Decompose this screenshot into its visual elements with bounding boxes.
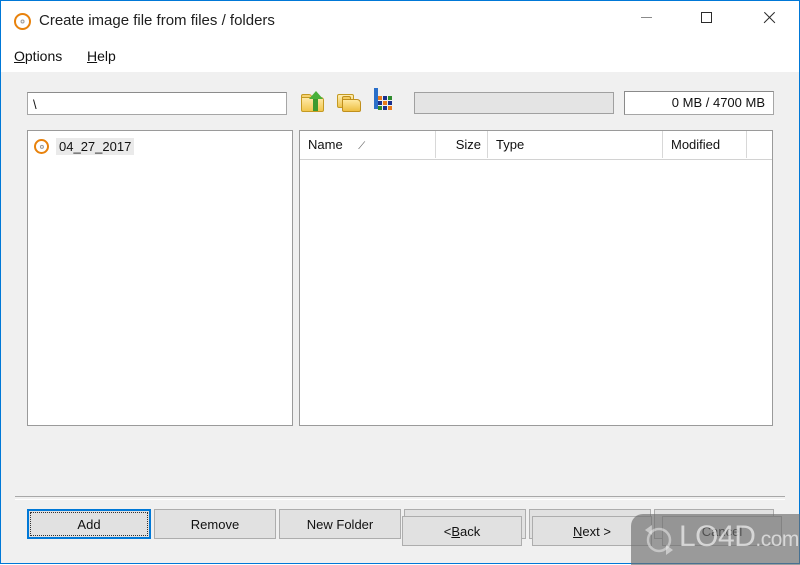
next-button-label: ext > [582,523,611,539]
column-header-modified[interactable]: Modified [663,131,747,158]
focus-ring [30,512,148,536]
tree-item-label: 04_27_2017 [56,138,135,155]
view-details-glyph [374,88,392,110]
next-button-accel: N [573,523,583,539]
back-button[interactable]: < Back [402,516,522,546]
minimize-button[interactable] [623,1,669,33]
column-header-modified-label: Modified [671,137,721,152]
menu-item-help[interactable]: Help [83,46,120,66]
window-title: Create image file from files / folders [39,12,275,29]
menu-options-accel: O [14,48,25,64]
maximize-icon [700,11,712,23]
client-area: \ 0 MB / 4700 MB 04_27_2017 Name ⁄ Size … [2,72,798,563]
folder-tree-panel[interactable]: 04_27_2017 [27,130,293,426]
size-display: 0 MB / 4700 MB [624,91,774,115]
column-header-spacer [747,131,772,158]
column-header-name[interactable]: Name ⁄ [300,131,436,158]
back-button-prefix: < [443,523,452,539]
menu-help-accel: H [87,48,98,64]
dialog-window: Create image file from files / folders O… [0,0,800,565]
new-folder-button[interactable]: New Folder [279,509,401,539]
view-details-icon[interactable] [372,88,400,117]
menu-help-label: elp [97,48,116,64]
column-header-size-label: Size [455,137,481,152]
title-bar: Create image file from files / folders [1,1,799,41]
menu-options-label: ptions [24,48,63,64]
add-button[interactable]: Add [27,509,151,539]
new-folder-button-label: New Folder [306,516,374,532]
cancel-button[interactable]: Cancel [662,516,782,546]
column-header-type-label: Type [496,137,525,152]
menu-item-options[interactable]: Options [10,46,66,66]
back-button-accel: B [451,523,461,539]
back-button-label: ack [460,523,481,539]
sort-indicator-icon: ⁄ [359,140,364,152]
folder-up-icon[interactable] [300,90,328,117]
open-folder-icon[interactable] [336,90,364,117]
column-header-size[interactable]: Size [436,131,488,158]
close-icon [762,11,775,24]
path-input[interactable]: \ [27,92,287,115]
maximize-button[interactable] [683,1,729,33]
tree-item-disc[interactable]: 04_27_2017 [34,137,135,156]
menu-bar: Options Help [1,41,799,72]
horizontal-separator [15,496,785,500]
file-list-header: Name ⁄ Size Type Modified [300,131,772,160]
progress-bar [414,92,614,114]
file-list-panel[interactable]: Name ⁄ Size Type Modified [299,130,773,426]
disc-icon [34,139,49,154]
remove-button-label: Remove [190,516,240,532]
disc-icon [14,13,31,30]
column-header-type[interactable]: Type [488,131,663,158]
remove-button[interactable]: Remove [154,509,276,539]
close-button[interactable] [745,1,791,33]
cancel-button-label: ancel [711,523,743,539]
next-button[interactable]: Next > [532,516,652,546]
minimize-icon [640,16,652,18]
cancel-button-accel: C [701,523,712,539]
column-header-name-label: Name [308,137,343,152]
